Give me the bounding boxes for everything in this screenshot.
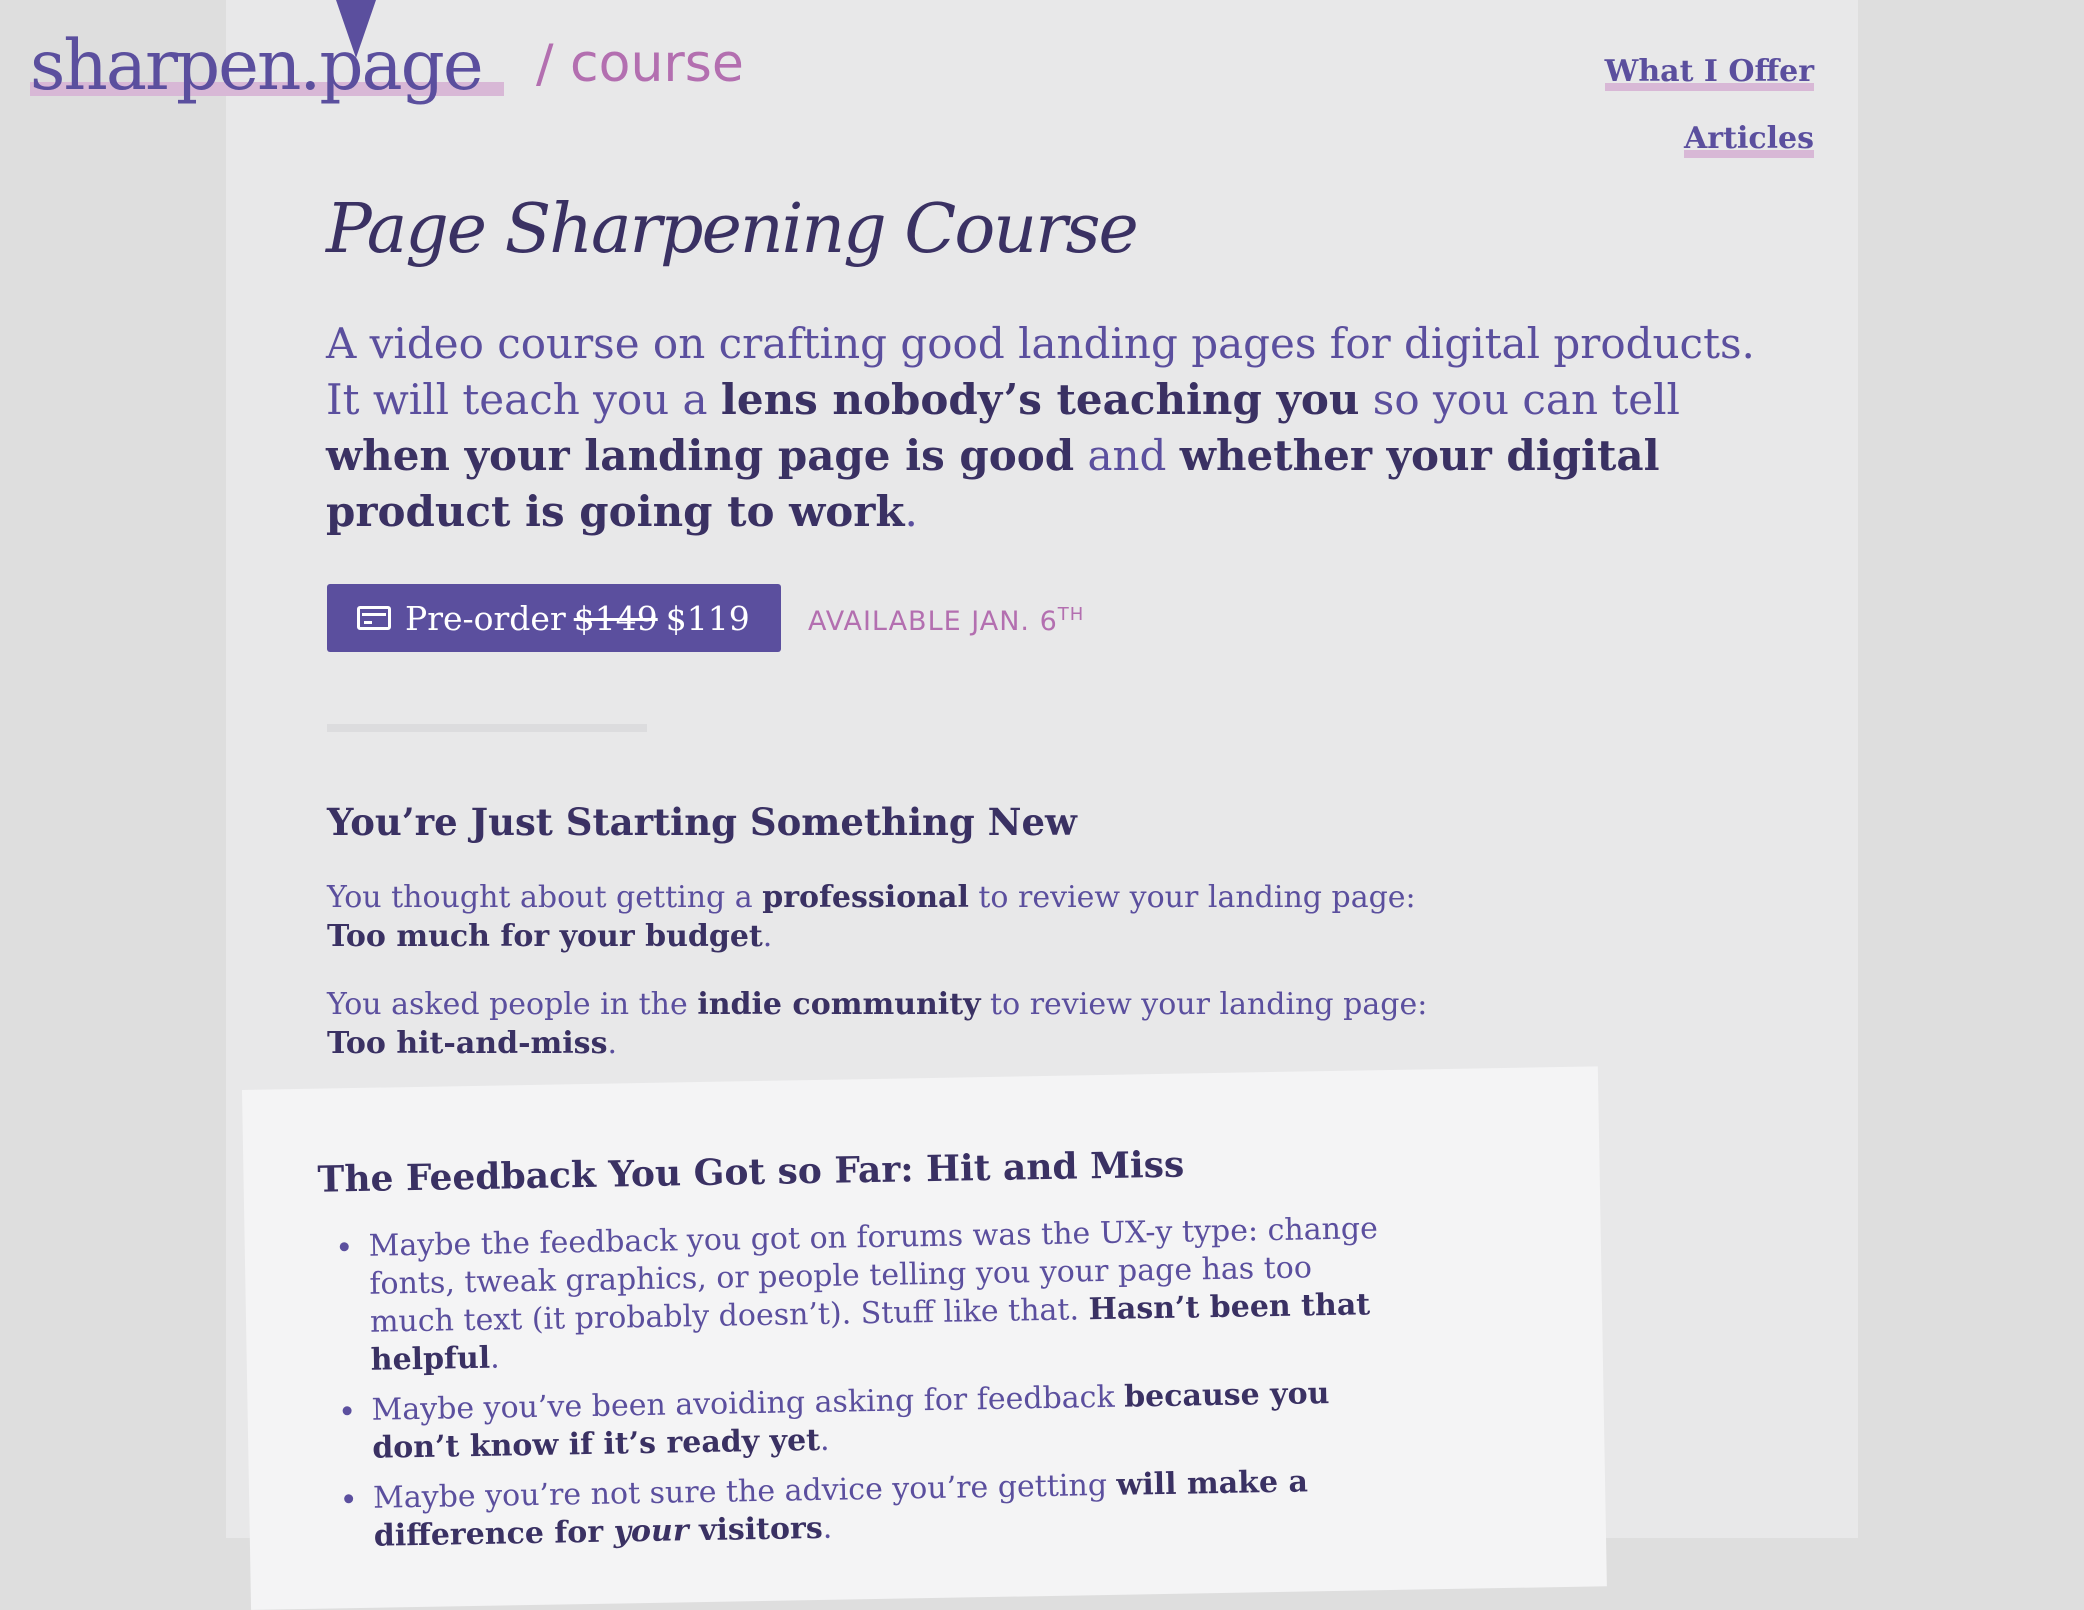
para-emphasis: Too hit-and-miss	[327, 1026, 608, 1061]
item-text: .	[822, 1510, 833, 1546]
section-divider	[327, 724, 647, 732]
availability-note: AVAILABLE JAN. 6TH	[808, 604, 1084, 637]
section-heading: You’re Just Starting Something New	[327, 800, 1077, 844]
item-text: .	[489, 1340, 500, 1376]
availability-text: AVAILABLE JAN. 6	[808, 606, 1058, 637]
item-text: .	[819, 1422, 830, 1458]
lede-text: .	[904, 487, 918, 536]
feedback-list: Maybe the feedback you got on forums was…	[324, 1210, 1410, 1569]
logo-text: sharpen.page	[30, 26, 484, 106]
list-item: Maybe the feedback you got on forums was…	[364, 1210, 1406, 1380]
lede-paragraph: A video course on crafting good landing …	[326, 316, 1786, 540]
logo-suffix: / course	[536, 34, 744, 94]
lede-text: and	[1074, 431, 1180, 480]
credit-card-icon	[357, 606, 391, 630]
para-emphasis: Too much for your budget	[327, 919, 763, 954]
preorder-button[interactable]: Pre-order $149 $119	[327, 584, 781, 652]
para-emphasis: professional	[762, 880, 969, 915]
feedback-card: The Feedback You Got so Far: Hit and Mis…	[242, 1066, 1607, 1610]
problem-paragraph-community: You asked people in the indie community …	[327, 985, 1527, 1063]
item-emphasis-italic: your	[613, 1513, 689, 1550]
problem-paragraph-professional: You thought about getting a professional…	[327, 878, 1527, 956]
para-text: to review your landing page:	[968, 880, 1416, 915]
para-text: to review your landing page:	[980, 987, 1428, 1022]
current-price: $119	[665, 598, 750, 638]
lede-text: so you can tell	[1359, 375, 1680, 424]
item-text: Maybe you’re not sure the advice you’re …	[372, 1467, 1117, 1516]
preorder-label: Pre-order	[405, 598, 566, 638]
item-text: Maybe you’ve been avoiding asking for fe…	[371, 1379, 1125, 1428]
list-item: Maybe you’ve been avoiding asking for fe…	[367, 1374, 1408, 1468]
para-text: .	[762, 919, 773, 954]
card-heading: The Feedback You Got so Far: Hit and Mis…	[317, 1143, 1185, 1201]
page-title: Page Sharpening Course	[326, 190, 1139, 269]
lede-emphasis: lens nobody’s teaching you	[720, 375, 1360, 424]
availability-suffix: TH	[1057, 604, 1085, 625]
list-item: Maybe you’re not sure the advice you’re …	[369, 1462, 1410, 1556]
para-text: .	[607, 1026, 618, 1061]
para-emphasis: indie community	[697, 987, 981, 1022]
item-emphasis: visitors	[688, 1510, 823, 1549]
old-price: $149	[573, 598, 658, 638]
para-text: You asked people in the	[327, 987, 698, 1022]
nav-articles[interactable]: Articles	[1684, 121, 1814, 158]
para-text: You thought about getting a	[327, 880, 763, 915]
lede-emphasis: when your landing page is good	[326, 431, 1075, 480]
nav-what-i-offer[interactable]: What I Offer	[1604, 54, 1814, 91]
